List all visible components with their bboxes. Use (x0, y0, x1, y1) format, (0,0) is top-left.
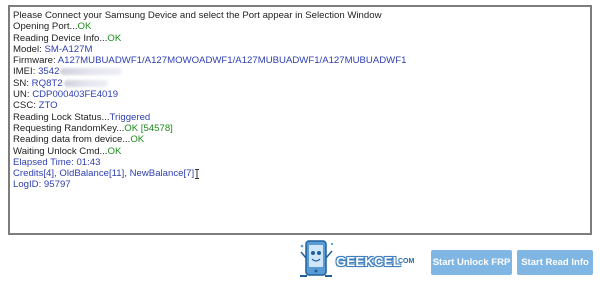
log-line-model: Model: SM-A127M (13, 44, 590, 55)
log-output-panel: Please Connect your Samsung Device and s… (8, 5, 592, 235)
sn-value: RQ8T2 (31, 77, 63, 89)
imei-value: 3542 (38, 66, 60, 78)
log-label: Reading data from device... (13, 134, 131, 146)
log-label: Requesting RandomKey... (13, 122, 125, 134)
start-unlock-frp-button[interactable]: Start Unlock FRP (431, 250, 512, 275)
logo-suffix: COM (398, 258, 415, 265)
log-label: Firmware: (13, 55, 58, 67)
log-label: Opening Port... (13, 21, 78, 33)
random-key-value: OK [54578] (124, 122, 173, 134)
log-label: Reading Device Info... (13, 32, 108, 44)
log-line-lock-status: Reading Lock Status...Triggered (13, 112, 590, 123)
model-value: SM-A127M (44, 43, 93, 55)
un-value: CDP000403FE4019 (32, 89, 119, 101)
geekcel-logo: GEEKCEL COM (298, 238, 426, 282)
log-line-reading-info: Reading Device Info...OK (13, 33, 590, 44)
log-line-unlock-cmd: Waiting Unlock Cmd...OK (13, 146, 590, 157)
log-label: Reading Lock Status... (13, 111, 110, 123)
text-cursor-icon (195, 168, 200, 179)
log-line-random-key: Requesting RandomKey...OK [54578] (13, 123, 590, 134)
log-line-logid: LogID: 95797 (13, 179, 71, 191)
csc-value: ZTO (38, 100, 58, 112)
log-status-ok: OK (130, 134, 145, 146)
log-label: IMEI: (13, 66, 39, 78)
log-label: CSC: (13, 100, 39, 112)
redaction-blur (63, 79, 108, 87)
firmware-value: A127MUBUADWF1/A127MOWOADWF1/A127MUBUADWF… (57, 55, 407, 67)
log-line-elapsed: Elapsed Time: 01:43 (13, 156, 101, 168)
redaction-blur (60, 68, 123, 76)
log-label: Waiting Unlock Cmd... (13, 145, 108, 157)
log-label: SN: (13, 77, 32, 89)
log-status-ok: OK (107, 32, 122, 44)
start-read-info-button[interactable]: Start Read Info (517, 250, 593, 275)
log-line-sn: SN: RQ8T2 (13, 78, 590, 89)
phone-mascot-icon (300, 240, 334, 277)
log-line-csc: CSC: ZTO (13, 100, 590, 111)
log-line-reading-data: Reading data from device...OK (13, 134, 590, 145)
log-line-credits: Credits[4], OldBalance[11], NewBalance[7… (13, 168, 590, 179)
log-line-firmware: Firmware: A127MUBUADWF1/A127MOWOADWF1/A1… (13, 55, 590, 66)
log-label: Model: (13, 43, 45, 55)
log-status-ok: OK (107, 145, 122, 157)
log-label: UN: (13, 89, 33, 101)
credits-text: Credits[4], OldBalance[11], NewBalance[7… (13, 168, 195, 180)
lock-status-value: Triggered (109, 111, 151, 123)
log-line-un: UN: CDP000403FE4019 (13, 89, 590, 100)
log-line-header: Please Connect your Samsung Device and s… (13, 10, 382, 21)
log-line-imei: IMEI: 3542 (13, 66, 590, 77)
log-status-ok: OK (77, 21, 92, 33)
log-line-opening-port: Opening Port...OK (13, 21, 590, 32)
logo-text: GEEKCEL (336, 254, 401, 269)
